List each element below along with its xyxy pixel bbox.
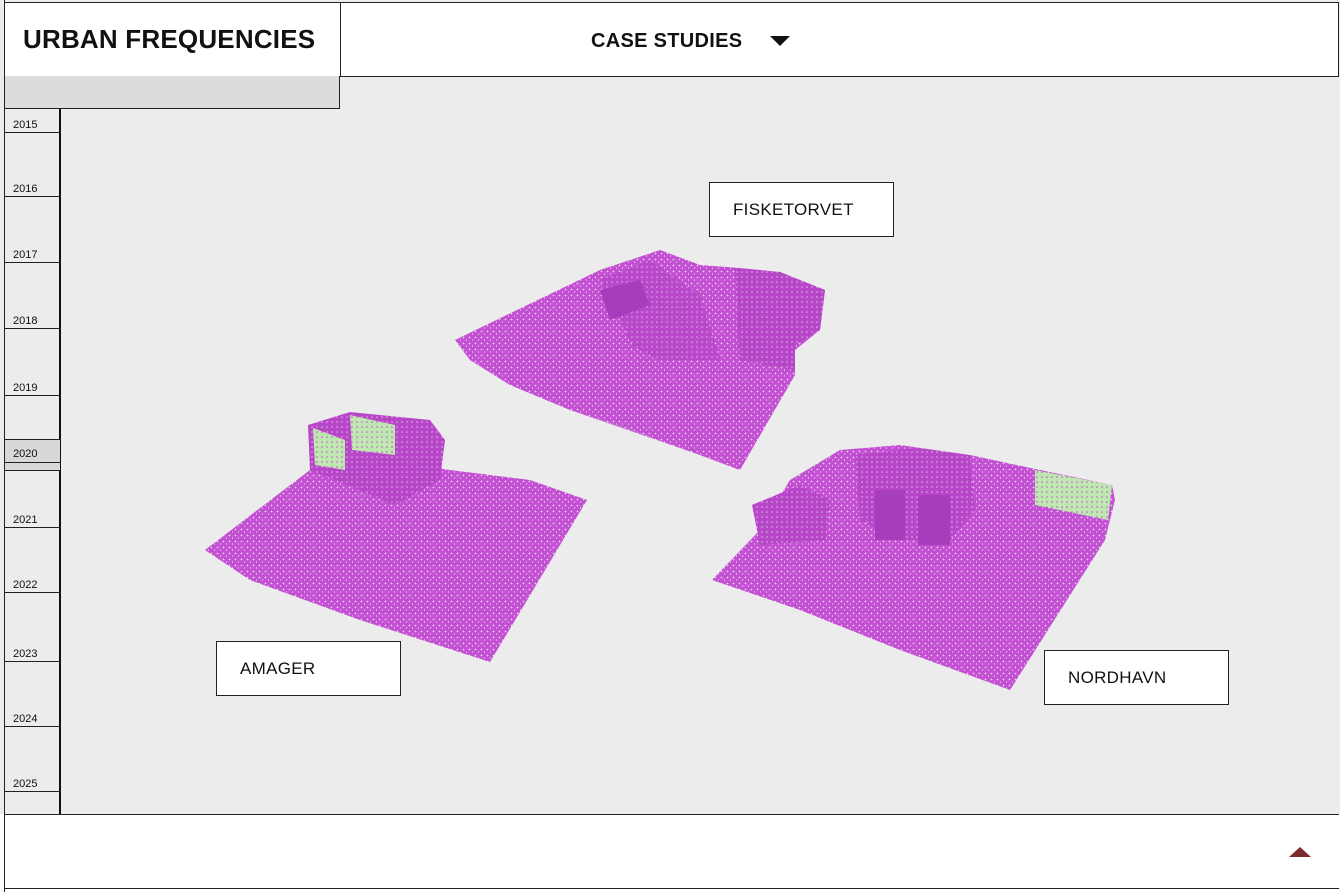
site-label-text: FISKETORVET [733,199,854,219]
timeline-year-2020[interactable]: 2020 [4,439,60,471]
site-label-nordhavn[interactable]: NORDHAVN [1044,650,1229,705]
site-label-fisketorvet[interactable]: FISKETORVET [709,182,894,237]
left-border [4,0,5,892]
timeline-year-2024[interactable]: 2024 [4,703,60,727]
site-label-text: AMAGER [240,658,316,678]
timeline-year-2018[interactable]: 2018 [4,305,60,329]
top-bar: URBAN FREQUENCIES CASE STUDIES [4,2,1339,77]
map-canvas[interactable]: FISKETORVET AMAGER NORDHAVN [0,0,1340,814]
timeline-year-2021[interactable]: 2021 [4,504,60,528]
caret-up-icon[interactable] [1289,847,1311,857]
timeline-year-2025[interactable]: 2025 [4,768,60,792]
caret-down-icon [770,36,791,46]
bottom-panel [4,814,1339,889]
brand-subpanel [4,76,340,109]
timeline-year-2016[interactable]: 2016 [4,173,60,197]
fisketorvet-model [455,250,825,470]
site-label-amager[interactable]: AMAGER [216,641,401,696]
timeline-year-2023[interactable]: 2023 [4,638,60,662]
timeline-year-2015[interactable]: 2015 [4,109,60,133]
case-studies-label: CASE STUDIES [591,29,743,52]
amager-model [205,412,587,662]
year-timeline: 2015 2016 2017 2018 2019 2020 2021 2022 … [4,109,61,814]
timeline-year-2019[interactable]: 2019 [4,372,60,396]
timeline-year-2017[interactable]: 2017 [4,239,60,263]
site-label-text: NORDHAVN [1068,667,1167,687]
timeline-year-2022[interactable]: 2022 [4,569,60,593]
site-title: URBAN FREQUENCIES [5,3,341,76]
case-studies-dropdown[interactable]: CASE STUDIES [591,23,791,59]
